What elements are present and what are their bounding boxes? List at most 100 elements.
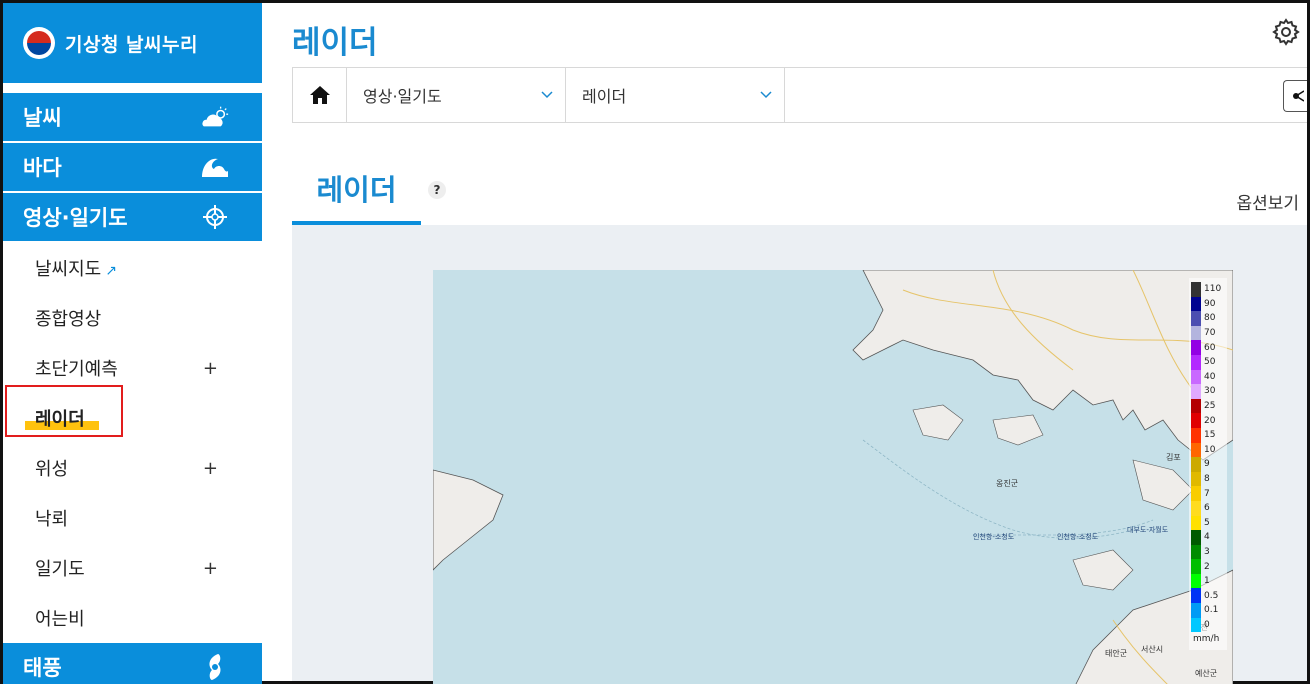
map-label: 김포	[1166, 453, 1181, 462]
radar-map[interactable]: 옹진군 인천항-소청도 인천항-소청도 대부도-자월도 김포 태안군 서산시 당…	[433, 270, 1233, 684]
chevron-down-icon	[541, 91, 553, 99]
legend-label: 1	[1204, 576, 1210, 587]
legend-swatch	[1191, 354, 1201, 370]
category-sea[interactable]: 바다	[3, 143, 262, 191]
sidebar: 기상청 날씨누리 날씨 바다 영상·일기도 날씨지도 ↗ 종합영상 초단기예측 +…	[3, 3, 262, 684]
legend-entry: 90	[1191, 296, 1223, 312]
sidebar-item-label: 위성	[35, 459, 69, 480]
legend-label: 60	[1204, 342, 1216, 353]
sidebar-item-label: 종합영상	[35, 309, 102, 330]
expand-plus-icon[interactable]: +	[203, 558, 218, 579]
legend-label: 4	[1204, 532, 1210, 543]
sidebar-item-freezing-rain[interactable]: 어는비	[3, 593, 262, 643]
legend-swatch	[1191, 588, 1201, 604]
sidebar-item-label: 초단기예측	[35, 359, 118, 380]
category-imagery-charts[interactable]: 영상·일기도	[3, 193, 262, 241]
legend-label: 70	[1204, 328, 1216, 339]
category-label: 날씨	[23, 106, 62, 130]
legend-label: 30	[1204, 386, 1216, 397]
legend-entry: 25	[1191, 398, 1223, 414]
breadcrumb-dropdown-level2[interactable]: 레이더	[566, 68, 785, 122]
legend-swatch	[1191, 340, 1201, 355]
legend-swatch	[1191, 471, 1201, 487]
expand-plus-icon[interactable]: +	[203, 358, 218, 379]
sidebar-item-lightning[interactable]: 낙뢰	[3, 493, 262, 543]
legend-label: 20	[1204, 415, 1216, 426]
legend-label: 25	[1204, 401, 1216, 412]
legend-swatch	[1191, 282, 1201, 297]
brand-title: 기상청 날씨누리	[65, 33, 198, 56]
category-label: 영상·일기도	[23, 206, 128, 230]
wave-icon	[200, 152, 230, 182]
sidebar-item-weather-chart[interactable]: 일기도 +	[3, 543, 262, 593]
legend-label: 8	[1204, 474, 1210, 485]
sidebar-item-label: 레이더	[35, 409, 85, 430]
sidebar-item-composite-imagery[interactable]: 종합영상	[3, 293, 262, 343]
share-icon[interactable]	[1283, 80, 1307, 112]
map-label: 예산군	[1195, 669, 1218, 678]
legend-label: 7	[1204, 488, 1210, 499]
legend-entry: 7	[1191, 486, 1223, 501]
legend-swatch	[1191, 442, 1201, 458]
legend-swatch	[1191, 457, 1201, 472]
legend-swatch	[1191, 617, 1201, 633]
legend-entry: 6	[1191, 500, 1223, 516]
legend-label: 0.5	[1204, 590, 1219, 601]
breadcrumb-dropdown-level1[interactable]: 영상·일기도	[347, 68, 566, 122]
brand-logo-link[interactable]: 기상청 날씨누리	[3, 3, 262, 83]
home-icon[interactable]	[293, 68, 347, 122]
legend-swatch	[1191, 325, 1201, 341]
legend-label: 50	[1204, 357, 1216, 368]
legend-label: 110	[1204, 284, 1222, 295]
legend-label: 90	[1204, 298, 1216, 309]
help-icon[interactable]: ?	[428, 181, 446, 199]
precipitation-legend: 110 90 80 70 60 50 40 30 25 20 15 10 9 8 7 6 5 4 3 2 1 0.5 0.1…	[1191, 282, 1223, 644]
legend-swatch	[1191, 311, 1201, 326]
legend-entry: 8	[1191, 471, 1223, 487]
legend-entry: 1	[1191, 573, 1223, 589]
sidebar-item-satellite[interactable]: 위성 +	[3, 443, 262, 493]
legend-label: 80	[1204, 313, 1216, 324]
category-label: 태풍	[23, 656, 62, 680]
gear-icon[interactable]	[1271, 17, 1301, 47]
map-label: 대부도-자월도	[1127, 526, 1169, 534]
category-typhoon[interactable]: 태풍	[3, 643, 262, 684]
expand-plus-icon[interactable]: +	[203, 458, 218, 479]
tab-radar[interactable]: 레이더	[292, 165, 421, 225]
legend-entry: 70	[1191, 325, 1223, 341]
legend-entry: 0	[1191, 617, 1223, 633]
sidebar-item-label: 낙뢰	[35, 509, 69, 530]
legend-entry: 80	[1191, 311, 1223, 326]
legend-entry: 15	[1191, 427, 1223, 443]
legend-label: 5	[1204, 517, 1210, 528]
sidebar-item-weather-map[interactable]: 날씨지도 ↗	[3, 243, 262, 293]
map-label: 인천항-소청도	[973, 533, 1015, 541]
legend-entry: 110	[1191, 282, 1223, 297]
legend-swatch	[1191, 369, 1201, 385]
legend-swatch	[1191, 500, 1201, 516]
category-weather[interactable]: 날씨	[3, 93, 262, 141]
legend-label: 9	[1204, 459, 1210, 470]
legend-entry: 5	[1191, 515, 1223, 531]
legend-entry: 40	[1191, 369, 1223, 385]
legend-entry: 60	[1191, 340, 1223, 355]
radar-viewport: 옹진군 인천항-소청도 인천항-소청도 대부도-자월도 김포 태안군 서산시 당…	[292, 225, 1307, 684]
taegeuk-emblem-icon	[23, 27, 55, 59]
legend-entry: 3	[1191, 544, 1223, 560]
legend-swatch	[1191, 603, 1201, 618]
legend-entry: 4	[1191, 530, 1223, 545]
legend-swatch	[1191, 413, 1201, 428]
options-toggle-button[interactable]: 옵션보기	[1236, 189, 1299, 214]
legend-swatch	[1191, 544, 1201, 560]
legend-entry: 2	[1191, 559, 1223, 574]
legend-entry: 10	[1191, 442, 1223, 458]
external-link-icon: ↗	[105, 263, 117, 279]
breadcrumb: 영상·일기도 레이더	[292, 67, 1307, 123]
legend-label: 0.1	[1204, 605, 1219, 616]
map-label: 인천항-소청도	[1057, 533, 1099, 541]
legend-label: 15	[1204, 430, 1216, 441]
sidebar-item-label: 일기도	[35, 559, 85, 580]
sidebar-item-label: 날씨지도	[35, 259, 102, 280]
legend-label: 0	[1204, 619, 1210, 630]
legend-label: 40	[1204, 371, 1216, 382]
